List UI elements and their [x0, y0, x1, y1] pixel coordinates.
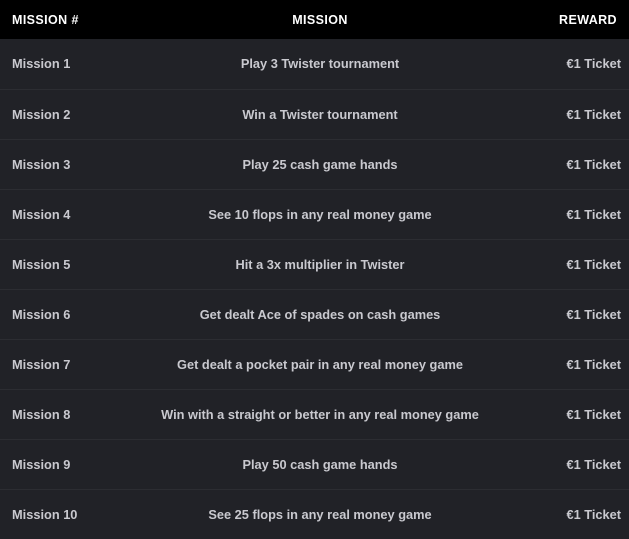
- table-row[interactable]: Mission 4 See 10 flops in any real money …: [0, 189, 629, 239]
- cell-mission-description: Get dealt Ace of spades on cash games: [199, 306, 441, 322]
- cell-mission-description: Win a Twister tournament: [242, 106, 398, 122]
- table-row[interactable]: Mission 6 Get dealt Ace of spades on cash…: [0, 289, 629, 339]
- table-row[interactable]: Mission 1 Play 3 Twister tournament €1 Tic…: [0, 39, 629, 89]
- cell-mission-number: Mission 1: [12, 56, 71, 72]
- cell-mission-description: Win with a straight or better in any rea…: [161, 406, 479, 422]
- cell-reward: €1 Ticket: [566, 456, 621, 472]
- cell-mission-description: See 25 flops in any real money game: [208, 506, 432, 522]
- cell-mission-description: Get dealt a pocket pair in any real mone…: [177, 356, 463, 372]
- column-header-reward: REWARD: [525, 0, 629, 39]
- table-row[interactable]: Mission 5 Hit a 3x multiplier in Twister €…: [0, 239, 629, 289]
- cell-mission-description: Play 3 Twister tournament: [240, 56, 400, 72]
- cell-mission-number: Mission 6: [12, 306, 71, 322]
- table-row[interactable]: Mission 2 Win a Twister tournament €1 Tick…: [0, 89, 629, 139]
- cell-mission-number: Mission 3: [12, 156, 71, 172]
- cell-reward: €1 Ticket: [566, 156, 621, 172]
- cell-mission-number: Mission 9: [12, 456, 71, 472]
- cell-mission-number: Mission 7: [12, 356, 71, 372]
- cell-reward: €1 Ticket: [566, 256, 621, 272]
- cell-reward: €1 Ticket: [566, 206, 621, 222]
- cell-reward: €1 Ticket: [566, 356, 621, 372]
- cell-mission-number: Mission 4: [12, 206, 71, 222]
- column-header-mission: MISSION: [115, 0, 525, 39]
- table-row[interactable]: Mission 9 Play 50 cash game hands €1 Ticke…: [0, 439, 629, 489]
- cell-mission-number: Mission 5: [12, 256, 71, 272]
- cell-reward: €1 Ticket: [566, 56, 621, 72]
- table-row[interactable]: Mission 8 Win with a straight or better i…: [0, 389, 629, 439]
- missions-table-header: MISSION # MISSION REWARD: [0, 0, 629, 39]
- cell-mission-description: See 10 flops in any real money game: [208, 206, 432, 222]
- cell-reward: €1 Ticket: [566, 106, 621, 122]
- missions-table-body: Mission 1 Play 3 Twister tournament €1 Tic…: [0, 39, 629, 539]
- cell-mission-number: Mission 8: [12, 406, 71, 422]
- missions-table: MISSION # MISSION REWARD Mission 1 Play 3…: [0, 0, 629, 539]
- cell-reward: €1 Ticket: [566, 506, 621, 522]
- table-row[interactable]: Mission 10 See 25 flops in any real money…: [0, 489, 629, 539]
- table-row[interactable]: Mission 7 Get dealt a pocket pair in any …: [0, 339, 629, 389]
- cell-mission-description: Play 50 cash game hands: [242, 456, 398, 472]
- cell-mission-number: Mission 10: [12, 506, 78, 522]
- header-row: MISSION # MISSION REWARD: [0, 0, 629, 39]
- cell-mission-description: Play 25 cash game hands: [242, 156, 398, 172]
- cell-mission-number: Mission 2: [12, 106, 71, 122]
- cell-reward: €1 Ticket: [566, 406, 621, 422]
- cell-reward: €1 Ticket: [566, 306, 621, 322]
- table-row[interactable]: Mission 3 Play 25 cash game hands €1 Ticke…: [0, 139, 629, 189]
- column-header-mission-number: MISSION #: [0, 0, 115, 39]
- cell-mission-description: Hit a 3x multiplier in Twister: [235, 256, 405, 272]
